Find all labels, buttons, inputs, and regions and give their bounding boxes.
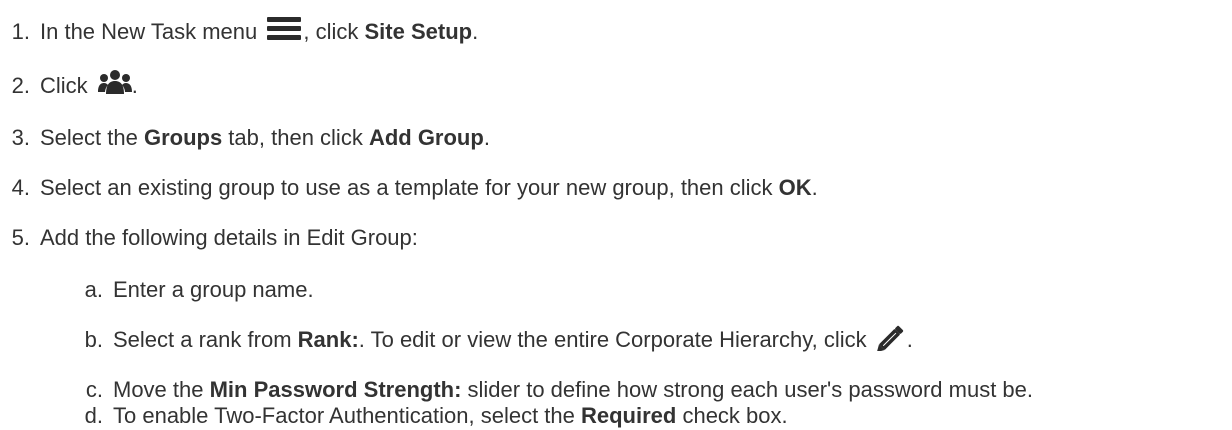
step-number: 5.: [11, 225, 30, 250]
substep-b: b. Select a rank from Rank:. To edit or v…: [0, 326, 913, 354]
required-label: Required: [580, 403, 677, 428]
step-text: Select an existing group to use as a tem…: [40, 175, 779, 200]
step-punctuation: .: [811, 175, 818, 200]
step-punctuation: .: [906, 327, 913, 352]
substep-text: Enter a group name.: [113, 277, 314, 302]
add-group-label: Add Group: [368, 125, 484, 150]
step-4: 4. Select an existing group to use as a t…: [0, 174, 818, 202]
substep-d: d. To enable Two-Factor Authentication, s…: [0, 402, 788, 430]
substep-letter: c.: [85, 377, 103, 402]
substep-a: a. Enter a group name.: [0, 276, 314, 304]
site-setup-label: Site Setup: [364, 19, 473, 44]
substep-text: To enable Two-Factor Authentication, sel…: [113, 403, 581, 428]
step-3: 3. Select the Groups tab, then click Add …: [0, 124, 490, 152]
step-text: tab, then click: [222, 125, 369, 150]
substep-text: Move the: [113, 377, 210, 402]
substep-c: c. Move the Min Password Strength: slider…: [0, 376, 1033, 404]
step-1: 1. In the New Task menu , click Site Setu…: [0, 17, 479, 46]
step-number: 2.: [11, 73, 30, 98]
hamburger-menu-icon: [267, 17, 302, 41]
step-text: , click: [303, 19, 365, 44]
step-2: 2. Click .: [0, 69, 138, 100]
groups-tab-label: Groups: [143, 125, 223, 150]
substep-text: Select a rank from: [113, 327, 298, 352]
substep-text: check box.: [676, 403, 788, 428]
step-text: Click: [40, 73, 94, 98]
substep-text: slider to define how strong each user's …: [461, 377, 1034, 402]
users-group-icon: [97, 69, 132, 95]
instructions-document: 1. In the New Task menu , click Site Setu…: [0, 0, 1232, 430]
step-punctuation: .: [483, 125, 490, 150]
rank-label: Rank:: [297, 327, 359, 352]
step-text: Select the: [40, 125, 144, 150]
step-text: In the New Task menu: [40, 19, 264, 44]
min-password-strength-label: Min Password Strength:: [209, 377, 462, 402]
substep-letter: d.: [84, 403, 103, 428]
step-5: 5. Add the following details in Edit Grou…: [0, 224, 418, 252]
ok-label: OK: [778, 175, 812, 200]
step-punctuation: .: [131, 73, 138, 98]
step-text: Add the following details in Edit Group:: [40, 225, 418, 250]
step-punctuation: .: [472, 19, 479, 44]
step-number: 1.: [11, 19, 30, 44]
step-number: 3.: [11, 125, 30, 150]
pencil-edit-icon: [875, 325, 907, 353]
substep-letter: a.: [84, 277, 103, 302]
step-number: 4.: [11, 175, 30, 200]
substep-letter: b.: [84, 327, 103, 352]
substep-text: . To edit or view the entire Corporate H…: [358, 327, 873, 352]
